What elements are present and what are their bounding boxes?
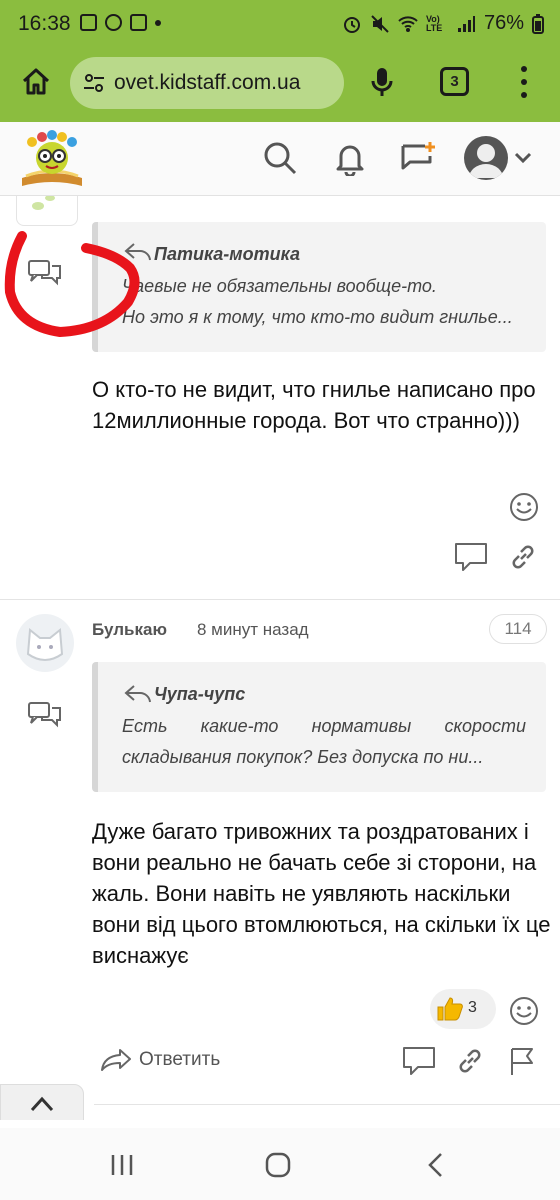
chat-bubbles-icon[interactable] — [28, 702, 62, 728]
voice-search-button[interactable] — [366, 62, 398, 102]
comment-icon[interactable] — [454, 542, 488, 572]
status-bar: 16:38 Vo) LTE 76% — [0, 0, 560, 50]
post-time[interactable]: 8 минут назад — [197, 620, 309, 640]
chevron-down-icon[interactable] — [514, 148, 532, 166]
mic-icon — [371, 68, 393, 96]
post-divider — [0, 599, 560, 600]
system-indicators: Vo) LTE 76% — [342, 12, 544, 35]
check-notification-icon — [130, 14, 147, 31]
notification-icons — [80, 14, 161, 31]
more-notifications-icon — [155, 19, 161, 26]
gallery-notification-icon — [80, 14, 97, 31]
post-divider — [94, 1104, 560, 1105]
volte-label: Vo) LTE — [425, 13, 443, 33]
site-settings-icon[interactable] — [82, 71, 106, 95]
home-button[interactable] — [16, 62, 56, 102]
alarm-icon — [343, 16, 360, 33]
back-button[interactable] — [416, 1150, 456, 1180]
recents-button[interactable] — [102, 1150, 142, 1180]
wifi-icon — [398, 15, 418, 32]
cat-avatar-icon — [26, 628, 64, 661]
battery-percent: 76% — [483, 12, 524, 34]
bell-icon — [336, 145, 364, 176]
flag-icon[interactable] — [508, 1046, 536, 1076]
reactions-badge[interactable]: 3 — [430, 989, 496, 1029]
battery-icon — [532, 13, 544, 34]
reply-label[interactable]: Ответить — [139, 1049, 220, 1071]
post-author[interactable]: Булькаю — [92, 620, 167, 640]
thread-content: Патика-мотика Чаевые не обязательны вооб… — [0, 196, 560, 1120]
smile-icon[interactable] — [509, 492, 539, 522]
reply-icon — [101, 1049, 131, 1071]
mute-icon — [371, 14, 389, 33]
home-icon — [22, 68, 50, 95]
signal-icon — [457, 15, 475, 32]
site-header — [0, 122, 560, 196]
notifications-button[interactable] — [330, 138, 370, 178]
new-message-button[interactable] — [398, 138, 438, 178]
home-nav-icon — [265, 1152, 291, 1178]
back-icon — [428, 1153, 442, 1177]
quote-text: Есть какие-то нормативы скорости — [122, 716, 526, 736]
avatar[interactable] — [16, 614, 74, 672]
status-time: 16:38 — [18, 12, 71, 35]
quote-text: Чаевые не обязательны вообще-то. — [122, 276, 437, 296]
search-icon — [264, 142, 297, 175]
quote-author[interactable]: Чупа-чупс — [154, 684, 245, 705]
home-nav-button[interactable] — [258, 1150, 298, 1180]
android-nav-bar — [0, 1128, 560, 1200]
post-body: Дуже багато тривожних та роздратованих і… — [92, 819, 551, 968]
link-icon[interactable] — [510, 544, 536, 570]
likes-count: 3 — [468, 999, 477, 1016]
account-notification-icon — [105, 14, 122, 31]
reply-arrow-icon — [124, 685, 151, 703]
menu-dots-icon[interactable] — [514, 66, 534, 98]
search-button[interactable] — [260, 138, 300, 178]
thumbs-up-icon — [437, 997, 463, 1021]
post-number[interactable]: 114 — [489, 614, 547, 644]
quote-text: Но это я к тому, что кто-то видит гнилье… — [122, 307, 513, 327]
scroll-top-button[interactable] — [0, 1084, 84, 1120]
smile-icon[interactable] — [509, 996, 539, 1026]
red-circle-annotation — [4, 231, 140, 338]
new-message-icon — [401, 142, 435, 170]
browser-toolbar: ovet.kidstaff.com.ua 3 — [0, 50, 560, 122]
chevron-up-icon — [30, 1096, 54, 1112]
comment-icon[interactable] — [402, 1046, 436, 1076]
leaf-decoration-icon — [32, 196, 55, 210]
quote-text: складывания покупок? Без допуска по ни..… — [122, 747, 484, 767]
quote-block[interactable]: Патика-мотика Чаевые не обязательны вооб… — [92, 222, 546, 352]
link-icon[interactable] — [457, 1048, 483, 1074]
address-bar[interactable]: ovet.kidstaff.com.ua — [70, 57, 344, 109]
tabs-button[interactable]: 3 — [440, 67, 469, 96]
quote-author[interactable]: Патика-мотика — [154, 244, 300, 265]
recents-icon — [111, 1155, 133, 1175]
url-text: ovet.kidstaff.com.ua — [114, 71, 301, 94]
post-body: О кто-то не видит, что гнилье написано п… — [92, 377, 536, 433]
quote-block[interactable]: Чупа-чупс Есть какие-то нормативы скорос… — [92, 662, 546, 792]
avatar[interactable] — [464, 136, 508, 180]
site-logo[interactable] — [16, 128, 88, 190]
avatar-icon — [469, 144, 503, 178]
